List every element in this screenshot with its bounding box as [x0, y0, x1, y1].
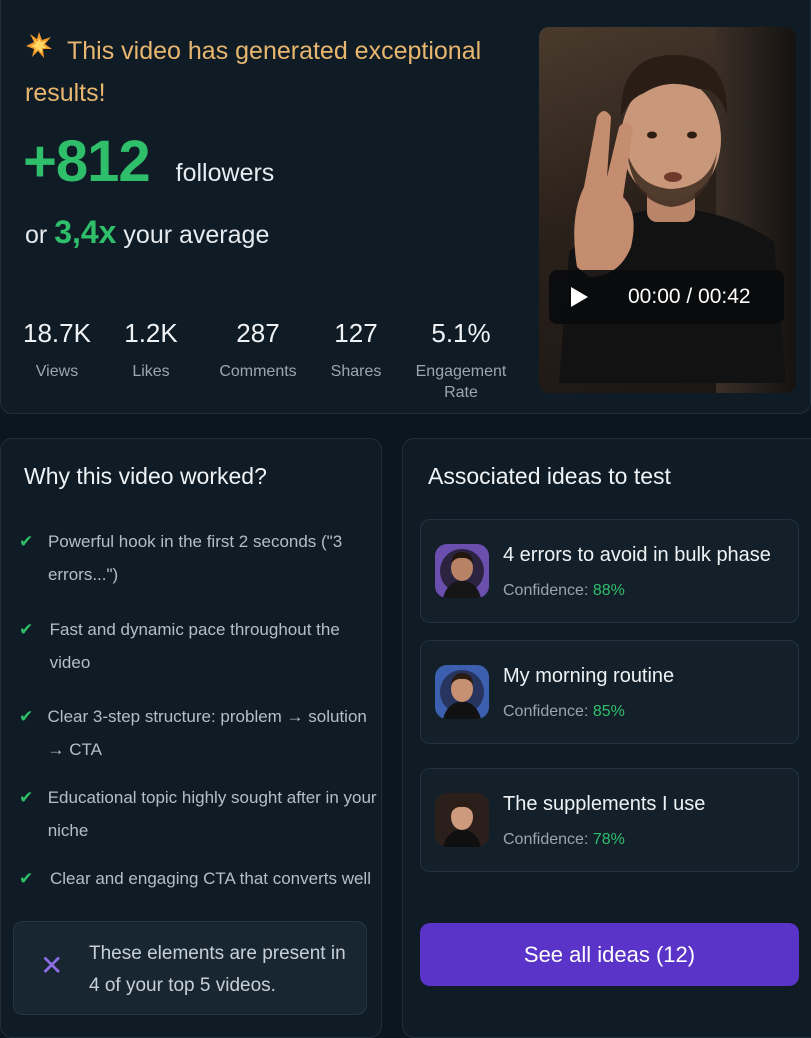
average-comparison: or 3,4x your average — [25, 214, 269, 251]
stat-label: Engagement Rate — [415, 363, 507, 401]
stat-value: 18.7K — [23, 318, 91, 348]
stat-likes: 1.2K Likes — [121, 318, 181, 382]
player-controls: 00:00 / 00:42 — [549, 270, 784, 324]
video-player[interactable]: 00:00 / 00:42 — [539, 27, 796, 393]
check-icon: ✔ — [19, 532, 34, 551]
avatar — [435, 544, 489, 598]
reason-text: Powerful hook in the first 2 seconds ("3… — [47, 532, 343, 584]
headline-text: This video has generated exceptional res… — [25, 37, 482, 107]
stat-label: Shares — [330, 363, 382, 380]
reason-text: Clear and engaging CTA that converts wel… — [50, 869, 371, 888]
stat-label: Likes — [132, 363, 170, 380]
idea-item[interactable]: My morning routine Confidence: 85% — [420, 640, 799, 744]
stat-shares: 127 Shares — [326, 318, 386, 382]
idea-title: My morning routine — [503, 665, 675, 687]
check-icon: ✔ — [19, 620, 34, 639]
avatar — [435, 793, 489, 847]
reason-text: Educational topic highly sought after in… — [47, 788, 377, 840]
video-results-card: This video has generated exceptional res… — [0, 0, 811, 414]
confidence-label: Confidence: — [503, 582, 589, 599]
confidence-label: Confidence: — [503, 703, 589, 720]
results-headline: This video has generated exceptional res… — [25, 30, 515, 114]
why-title: Why this video worked? — [24, 463, 267, 489]
confidence-label: Confidence: — [503, 831, 589, 848]
idea-item[interactable]: The supplements I use Confidence: 78% — [420, 768, 799, 872]
why-it-worked-card: Why this video worked? ✔ Powerful hook i… — [0, 438, 382, 1038]
confidence-value: 78% — [592, 831, 625, 848]
see-all-ideas-button[interactable]: See all ideas (12) — [420, 923, 799, 986]
insight-note: ✕ These elements are present in 4 of you… — [13, 921, 367, 1015]
insight-note-text: These elements are present in 4 of your … — [89, 943, 346, 996]
close-x-icon: ✕ — [40, 950, 64, 981]
video-thumbnail-person — [559, 54, 786, 383]
stat-value: 127 — [334, 318, 378, 348]
followers-gain-unit: followers — [175, 159, 275, 187]
reason-item: ✔ Fast and dynamic pace throughout the v… — [19, 613, 379, 679]
explosion-icon — [25, 30, 55, 72]
reason-item: ✔ Clear and engaging CTA that converts w… — [19, 862, 379, 895]
followers-gain: +812 followers — [23, 128, 274, 195]
check-icon: ✔ — [19, 788, 34, 807]
stat-views: 18.7K Views — [23, 318, 91, 382]
stat-value: 1.2K — [124, 318, 178, 348]
followers-gain-value: +812 — [23, 129, 151, 194]
reason-item: ✔ Powerful hook in the first 2 seconds (… — [19, 525, 379, 591]
stat-comments: 287 Comments — [213, 318, 303, 382]
reason-item: ✔ Educational topic highly sought after … — [19, 781, 379, 847]
reason-text: Fast and dynamic pace throughout the vid… — [49, 620, 340, 672]
ideas-title: Associated ideas to test — [428, 463, 671, 489]
idea-confidence: Confidence: 88% — [503, 582, 625, 600]
stat-engagement-rate: 5.1% Engagement Rate — [411, 318, 511, 403]
idea-item[interactable]: 4 errors to avoid in bulk phase Confiden… — [420, 519, 799, 623]
average-suffix: your average — [123, 221, 270, 249]
play-icon[interactable] — [571, 287, 588, 307]
reason-text: Clear 3-step structure: problem → soluti… — [47, 707, 367, 759]
idea-confidence: Confidence: 78% — [503, 831, 625, 849]
stat-label: Views — [35, 363, 79, 380]
idea-title: 4 errors to avoid in bulk phase — [503, 544, 771, 566]
average-multiplier: 3,4x — [54, 214, 117, 250]
associated-ideas-card: Associated ideas to test 4 errors to avo… — [402, 438, 811, 1038]
stat-value: 5.1% — [431, 318, 491, 348]
check-icon: ✔ — [19, 707, 34, 726]
stat-label: Comments — [219, 363, 297, 380]
video-time: 00:00 / 00:42 — [628, 285, 751, 308]
average-prefix: or — [25, 221, 48, 249]
avatar — [435, 665, 489, 719]
confidence-value: 88% — [592, 582, 625, 599]
check-icon: ✔ — [19, 869, 34, 888]
reason-item: ✔ Clear 3-step structure: problem → solu… — [19, 700, 379, 766]
stat-value: 287 — [236, 318, 280, 348]
idea-confidence: Confidence: 85% — [503, 703, 625, 721]
idea-title: The supplements I use — [503, 793, 706, 815]
confidence-value: 85% — [592, 703, 625, 720]
